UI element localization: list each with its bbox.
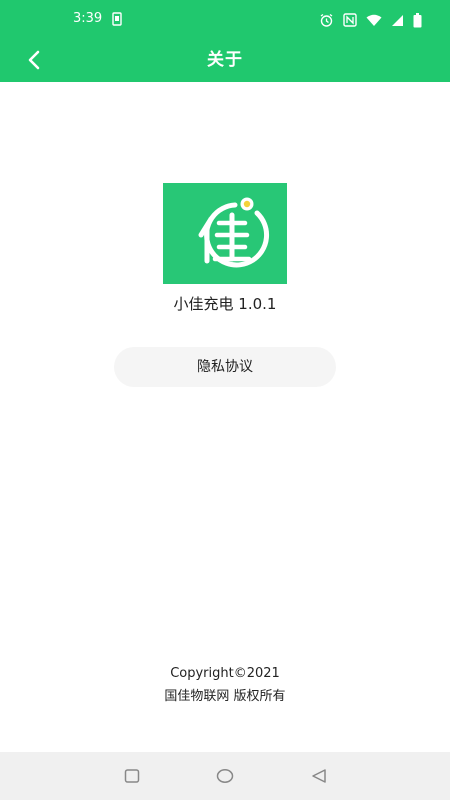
sim-icon: [112, 12, 122, 26]
wifi-icon: [366, 14, 382, 27]
status-bar: 3:39: [0, 0, 450, 38]
system-nav-bar: [0, 752, 450, 800]
alarm-icon: [319, 13, 334, 28]
signal-icon: [391, 14, 404, 27]
app-name-version: 小佳充电 1.0.1: [173, 295, 277, 313]
back-nav-button[interactable]: [307, 764, 331, 788]
status-icons: [319, 12, 422, 28]
page-title: 关于: [207, 50, 243, 70]
nfc-icon: [343, 13, 357, 27]
recents-square-icon: [124, 769, 140, 783]
back-triangle-icon: [312, 769, 326, 783]
about-screen: 3:39 关于 小佳充电 1.0.1 隐私协议 Copyright©2021 国…: [0, 0, 450, 800]
status-time: 3:39: [73, 11, 103, 26]
app-logo-jia-icon: [163, 183, 287, 284]
home-circle-icon: [216, 769, 234, 783]
battery-icon: [413, 12, 422, 28]
home-button[interactable]: [213, 764, 237, 788]
header: 3:39 关于: [0, 0, 450, 82]
privacy-policy-button[interactable]: 隐私协议: [114, 347, 336, 387]
recents-button[interactable]: [120, 764, 144, 788]
copyright-text: Copyright©2021: [170, 666, 280, 681]
app-bar: 关于: [0, 38, 450, 82]
company-rights-text: 国佳物联网 版权所有: [164, 689, 286, 704]
